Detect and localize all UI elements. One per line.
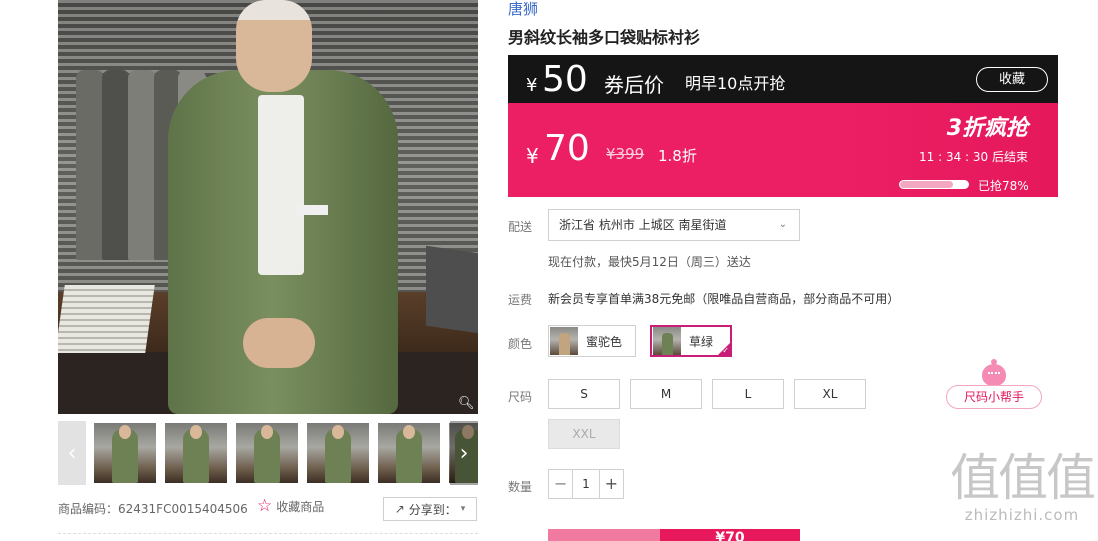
sale-currency: ¥: [526, 144, 539, 168]
product-main-image[interactable]: 🔍︎: [58, 0, 478, 414]
freight-info: 新会员专享首单满38元免邮（限唯品自营商品，部分商品不可用）: [548, 292, 900, 306]
color-option-grass-green[interactable]: 草绿 ✓: [650, 325, 732, 357]
delivery-region-value: 浙江省 杭州市 上城区 南星街道: [559, 218, 727, 232]
size-option-l[interactable]: L: [712, 379, 784, 409]
brand-link[interactable]: 唐狮: [508, 0, 538, 19]
discount-rate: 1.8折: [658, 147, 697, 165]
size-option-s[interactable]: S: [548, 379, 620, 409]
magnifier-icon[interactable]: 🔍︎: [458, 396, 475, 412]
delivery-region-select[interactable]: 浙江省 杭州市 上城区 南星街道 ⌄: [548, 209, 800, 241]
chevron-down-icon: ⌄: [778, 219, 787, 230]
sale-price: 70: [544, 128, 590, 169]
chevron-right-icon[interactable]: ›: [450, 421, 478, 485]
thumbnail-4[interactable]: [307, 423, 369, 483]
coupon-currency: ¥: [526, 75, 538, 96]
price-panel: ¥ 50 券后价 明早10点开抢 收藏 ¥ 70 ¥399 1.8折 3折疯抢 …: [508, 55, 1058, 197]
delivery-estimate: 现在付款，最快5月12日（周三）送达: [548, 255, 751, 269]
check-icon: ✓: [722, 346, 729, 355]
photo-chest-label: [296, 205, 328, 215]
thumbnail-2[interactable]: [165, 423, 227, 483]
chevron-left-icon[interactable]: ‹: [58, 421, 86, 485]
share-icon: ↗: [394, 502, 405, 516]
original-price: ¥399: [606, 145, 645, 163]
photo-model-head: [236, 0, 312, 92]
watermark-logo: 值值值: [950, 449, 1096, 507]
delivery-label: 配送: [508, 220, 533, 234]
favorite-product-button[interactable]: ☆ 收藏商品: [257, 498, 324, 515]
coupon-price: 50: [542, 59, 588, 100]
share-label: 分享到：: [408, 502, 457, 517]
watermark-site: zhizhizhi.com: [964, 506, 1080, 524]
thumbnail-strip: ‹ ›: [58, 421, 478, 485]
size-helper-mascot-icon: [982, 359, 1006, 386]
product-sku: 商品编码：62431FC0015404506: [58, 502, 248, 516]
site-watermark: 值值值 zhizhizhi.com: [950, 449, 1096, 524]
product-title: 男斜纹长袖多口袋贴标衬衫: [508, 28, 701, 47]
star-icon: ☆: [257, 496, 273, 516]
buy-now-button[interactable]: ¥70: [660, 529, 800, 541]
thumbnail-5[interactable]: [378, 423, 440, 483]
share-button[interactable]: ↗ 分享到： ▾: [383, 497, 477, 521]
size-helper-button[interactable]: 尺码小帮手: [946, 385, 1042, 409]
collect-button[interactable]: 收藏: [976, 67, 1048, 92]
size-option-xxl: XXL: [548, 419, 620, 449]
coupon-start-time: 明早10点开抢: [685, 74, 786, 93]
thumbnail-3[interactable]: [236, 423, 298, 483]
quantity-decrease-button[interactable]: −: [549, 470, 572, 498]
countdown-timer: 11 : 34 : 30 后结束: [919, 150, 1028, 164]
coupon-label: 券后价: [604, 73, 664, 97]
flash-sale-title: 3折疯抢: [946, 116, 1028, 141]
color-option-camel[interactable]: 蜜驼色: [548, 325, 636, 357]
photo-magazines: [58, 285, 155, 353]
thumbnail-1[interactable]: [94, 423, 156, 483]
photo-model-hands: [243, 318, 315, 368]
gallery-divider: [58, 533, 478, 534]
quantity-increase-button[interactable]: +: [600, 470, 623, 498]
size-option-m[interactable]: M: [630, 379, 702, 409]
flash-sale-bar: ¥ 70 ¥399 1.8折 3折疯抢 11 : 34 : 30 后结束 已抢7…: [508, 103, 1058, 197]
color-option-label: 草绿: [689, 334, 714, 349]
quantity-stepper: − 1 +: [548, 469, 624, 499]
size-label: 尺码: [508, 390, 533, 404]
caret-down-icon: ▾: [460, 504, 466, 514]
sold-progress-text: 已抢78%: [978, 179, 1029, 193]
color-swatch-image: [550, 327, 578, 355]
favorite-label: 收藏商品: [276, 500, 325, 514]
size-option-xl[interactable]: XL: [794, 379, 866, 409]
color-swatch-image: [653, 327, 681, 355]
add-to-cart-button[interactable]: [548, 529, 660, 541]
color-label: 颜色: [508, 337, 533, 351]
freight-label: 运费: [508, 293, 533, 307]
photo-laptop: [426, 245, 478, 335]
sold-progress-bar: [899, 180, 969, 189]
coupon-bar: ¥ 50 券后价 明早10点开抢 收藏: [508, 55, 1058, 103]
buy-buttons: ¥70: [548, 529, 800, 541]
color-option-label: 蜜驼色: [586, 334, 623, 349]
quantity-label: 数量: [508, 480, 533, 494]
quantity-input[interactable]: 1: [572, 470, 600, 498]
sold-progress-fill: [900, 181, 954, 188]
photo-model-tee: [258, 95, 304, 275]
